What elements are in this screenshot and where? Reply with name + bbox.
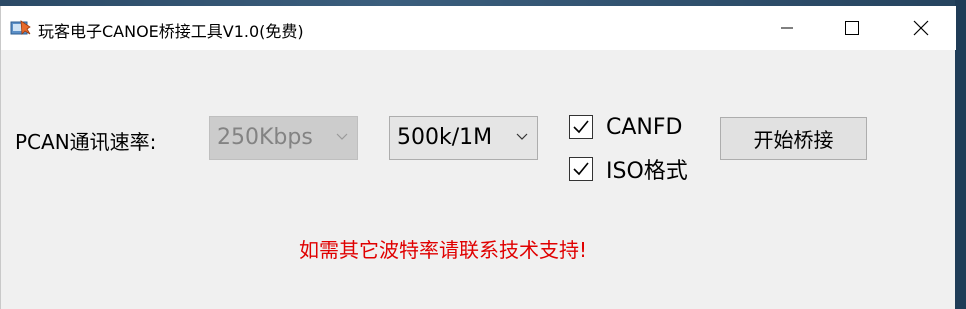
chevron-down-icon (516, 133, 528, 140)
canfd-checkbox-row[interactable]: CANFD (569, 113, 682, 141)
minimize-icon (781, 27, 793, 29)
iso-checkbox-row[interactable]: ISO格式 (569, 153, 688, 185)
desktop-background-right (955, 0, 966, 309)
iso-checkbox[interactable] (569, 157, 593, 181)
window-title: 玩客电子CANOE桥接工具V1.0(免费) (38, 22, 304, 41)
support-notice: 如需其它波特率请联系技术支持! (299, 238, 588, 262)
close-button[interactable] (898, 6, 944, 50)
pcan-rate-select: 250Kbps (209, 116, 358, 160)
minimize-button[interactable] (764, 6, 810, 50)
checkmark-icon (573, 162, 589, 176)
start-bridge-button[interactable]: 开始桥接 (720, 117, 867, 160)
pcan-rate-label: PCAN通讯速率: (15, 130, 157, 154)
close-icon (913, 20, 929, 36)
app-window: 玩客电子CANOE桥接工具V1.0(免费) PCAN通讯速率: 250Kbps … (0, 6, 956, 309)
app-icon (10, 19, 32, 37)
canfd-checkbox-label[interactable]: CANFD (606, 115, 682, 140)
checkmark-icon (573, 120, 589, 134)
canfd-checkbox[interactable] (569, 115, 593, 139)
pcan-rate-value: 250Kbps (217, 125, 313, 150)
canfd-rate-value: 500k/1M (397, 125, 493, 150)
chevron-down-icon (336, 133, 348, 140)
maximize-icon (845, 21, 859, 35)
iso-checkbox-label[interactable]: ISO格式 (606, 153, 688, 185)
title-bar[interactable]: 玩客电子CANOE桥接工具V1.0(免费) (1, 6, 956, 50)
canfd-rate-select[interactable]: 500k/1M (389, 116, 538, 160)
maximize-button[interactable] (829, 6, 875, 50)
